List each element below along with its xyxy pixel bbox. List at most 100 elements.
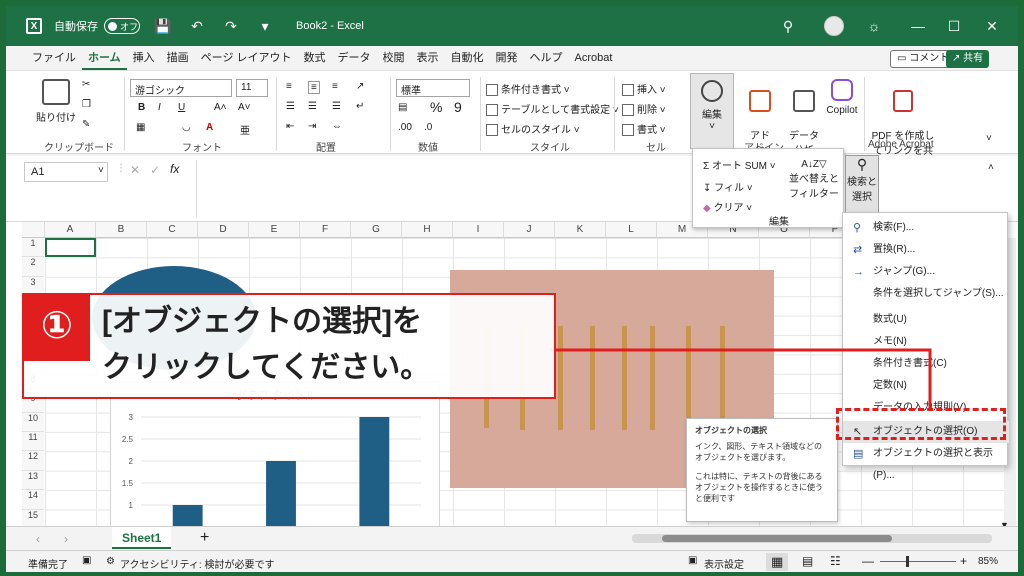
customize-qat-icon[interactable]: ▾ [254,18,276,35]
scroll-thumb[interactable] [662,535,892,542]
copilot-button[interactable]: Copilot [824,79,860,116]
prev-sheet-icon[interactable]: ‹ [36,532,40,546]
decrease-indent-icon[interactable]: ⇤ [286,121,294,132]
percent-icon[interactable]: % [430,99,442,115]
increase-decimal-icon[interactable]: .00 [398,122,412,133]
zoom-slider-thumb[interactable] [906,556,909,567]
orientation-icon[interactable]: ↗ [356,81,364,92]
cell-styles-button[interactable]: セルのスタイル ˅ [486,121,580,137]
decrease-font-icon[interactable]: A˅ [238,102,251,113]
row-header[interactable]: 12 [22,451,44,471]
copy-icon[interactable]: ❐ [82,99,91,110]
tab-help[interactable]: ヘルプ [524,46,569,70]
cut-icon[interactable]: ✂ [82,79,90,90]
format-painter-icon[interactable]: ✎ [82,119,90,130]
active-cell[interactable] [45,238,96,257]
increase-font-icon[interactable]: A˄ [214,102,227,113]
column-header[interactable]: J [504,222,555,238]
column-header[interactable]: I [453,222,504,238]
close-button[interactable]: ✕ [970,6,1014,46]
row-header[interactable]: 11 [22,432,44,452]
currency-icon[interactable]: ▤ [398,102,407,113]
macro-icon[interactable]: ▣ [82,555,91,566]
insert-function-icon[interactable]: fx [170,162,179,176]
fill-button[interactable]: ↧ フィル ˅ [703,179,753,194]
column-header[interactable]: K [555,222,606,238]
align-right-icon[interactable]: ☰ [332,101,341,112]
select-all-corner[interactable] [22,222,45,238]
collapse-ribbon-icon[interactable]: ˅ [986,133,992,144]
font-color-icon[interactable]: A [206,122,213,133]
font-name-select[interactable]: 游ゴシック [130,79,232,97]
align-left-icon[interactable]: ☰ [286,101,295,112]
tab-data[interactable]: データ [332,46,377,70]
redo-icon[interactable]: ↷ [220,18,242,35]
tab-developer[interactable]: 開発 [490,46,524,70]
undo-icon[interactable]: ↶ [186,18,208,35]
tab-draw[interactable]: 描画 [161,46,195,70]
column-header[interactable]: F [300,222,351,238]
increase-indent-icon[interactable]: ⇥ [308,121,316,132]
bold-icon[interactable]: B [138,102,145,113]
italic-icon[interactable]: I [158,102,161,113]
decrease-decimal-icon[interactable]: .0 [424,122,432,133]
merge-center-icon[interactable]: ⇔ [332,121,342,132]
accessibility-icon[interactable]: ⚙ [106,556,115,567]
menu-item-goto-special[interactable]: 条件を選択してジャンプ(S)... [843,283,1009,305]
find-select-button[interactable]: ⚲ 検索と 選択 [845,155,879,213]
page-layout-view-icon[interactable]: ▤ [802,554,813,568]
delete-cells-button[interactable]: 削除 ˅ [622,101,666,117]
share-button[interactable]: ↗ 共有 [946,50,990,68]
avatar[interactable] [824,16,844,36]
data-analysis-button[interactable]: データ 分析 [788,79,820,157]
sort-filter-button[interactable]: A↓Z▽ 並べ替えと フィルター [789,159,839,200]
row-header[interactable]: 13 [22,470,44,491]
edit-button[interactable]: 編集 ˅ [690,73,734,149]
menu-item-selection-pane[interactable]: ▤ オブジェクトの選択と表示(P)... [843,443,1009,481]
wrap-text-icon[interactable]: ↵ [356,101,364,112]
cancel-icon[interactable]: ✕ [130,163,140,177]
underline-icon[interactable]: U [178,102,185,113]
column-header[interactable]: D [198,222,249,238]
formula-input[interactable] [196,160,696,218]
tab-formulas[interactable]: 数式 [298,46,332,70]
sheet-tab-sheet1[interactable]: Sheet1 [112,527,172,549]
menu-item-formulas[interactable]: 数式(U) [843,309,1009,331]
save-icon[interactable]: 💾 [152,18,174,35]
lightbulb-icon[interactable]: ☼ [852,6,896,46]
zoom-slider[interactable] [880,561,956,562]
tab-review[interactable]: 校閲 [377,46,411,70]
tab-page-layout[interactable]: ページ レイアウト [195,46,298,70]
tab-home[interactable]: ホーム [82,46,127,70]
autosum-button[interactable]: Σ オート SUM ˅ [703,157,776,172]
format-as-table-button[interactable]: テーブルとして書式設定 ˅ [486,101,619,117]
tab-insert[interactable]: 挿入 [127,46,161,70]
format-cells-button[interactable]: 書式 ˅ [622,121,666,137]
align-middle-icon[interactable]: ≡ [308,81,320,94]
font-size-select[interactable]: 11 [236,79,268,97]
add-sheet-button[interactable]: + [200,529,209,547]
border-icon[interactable]: ▦ [136,122,145,133]
column-header[interactable]: B [96,222,147,238]
align-center-icon[interactable]: ☰ [308,101,317,112]
row-header[interactable]: 10 [22,412,44,432]
row-header[interactable]: 1 [22,238,44,258]
tab-view[interactable]: 表示 [411,46,445,70]
fill-color-icon[interactable]: ◡ [182,122,191,133]
column-header[interactable]: A [45,222,96,238]
enter-icon[interactable]: ✓ [150,163,160,177]
autosave-toggle[interactable]: オフ [104,18,140,34]
normal-view-icon[interactable]: ▦ [766,553,789,571]
expand-formula-icon[interactable]: ˄ [988,162,994,173]
row-header[interactable]: 14 [22,490,44,510]
tab-acrobat[interactable]: Acrobat [569,46,619,70]
column-header[interactable]: L [606,222,657,238]
tab-automate[interactable]: 自動化 [445,46,490,70]
display-settings-icon[interactable]: ▣ [688,555,697,566]
column-header[interactable]: H [402,222,453,238]
align-top-icon[interactable]: ≡ [286,81,292,92]
column-header[interactable]: G [351,222,402,238]
comma-icon[interactable]: 9 [454,99,462,115]
accessibility-status[interactable]: アクセシビリティ: 検討が必要です [120,556,274,571]
menu-item-find[interactable]: ⚲ 検索(F)... [843,217,1009,239]
